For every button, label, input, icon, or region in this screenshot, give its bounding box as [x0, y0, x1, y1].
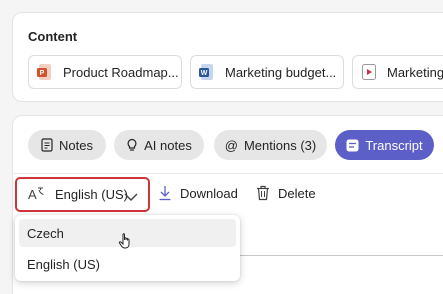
translate-icon: A [27, 186, 45, 204]
tab-label: Notes [59, 137, 93, 153]
toolbar-divider [12, 173, 443, 174]
powerpoint-file-icon: P [37, 63, 53, 81]
file-chip-product-roadmap[interactable]: P Product Roadmap... [28, 55, 182, 89]
notes-icon [41, 138, 53, 152]
svg-text:P: P [40, 70, 45, 77]
tab-transcript[interactable]: Transcript [335, 130, 434, 160]
file-chip-label: Marketing budget... [225, 64, 337, 80]
download-label: Download [180, 185, 238, 201]
word-file-icon: W [199, 63, 215, 81]
svg-text:W: W [201, 70, 208, 77]
video-file-icon [361, 63, 377, 81]
hand-cursor-icon [118, 232, 134, 255]
download-button[interactable]: Download [158, 185, 238, 201]
chevron-down-icon [124, 190, 138, 205]
trash-icon [257, 185, 269, 201]
file-chip-label: Marketing [387, 64, 443, 80]
tab-label: Transcript [365, 137, 423, 153]
language-select-label: English (US) [55, 187, 128, 202]
transcript-icon [346, 139, 359, 152]
at-sign-icon: @ [224, 137, 238, 153]
content-title: Content [28, 29, 78, 44]
language-select[interactable]: A English (US) [15, 177, 150, 212]
file-chip-marketing-budget[interactable]: W Marketing budget... [190, 55, 344, 89]
transcript-separator [236, 255, 443, 256]
tab-label: Mentions (3) [243, 137, 317, 153]
language-option-label: English (US) [27, 256, 100, 272]
tab-label: AI notes [144, 137, 192, 153]
download-icon [159, 186, 171, 201]
lightbulb-icon [126, 138, 138, 152]
file-chip-marketing-video[interactable]: Marketing [352, 55, 443, 89]
tab-mentions[interactable]: @ Mentions (3) [214, 130, 327, 160]
delete-label: Delete [278, 185, 316, 201]
language-option-label: Czech [27, 225, 64, 241]
file-chip-label: Product Roadmap... [63, 64, 179, 80]
tab-ai-notes[interactable]: AI notes [114, 130, 204, 160]
tab-notes[interactable]: Notes [28, 130, 106, 160]
svg-text:A: A [28, 187, 37, 202]
delete-button[interactable]: Delete [256, 185, 316, 201]
